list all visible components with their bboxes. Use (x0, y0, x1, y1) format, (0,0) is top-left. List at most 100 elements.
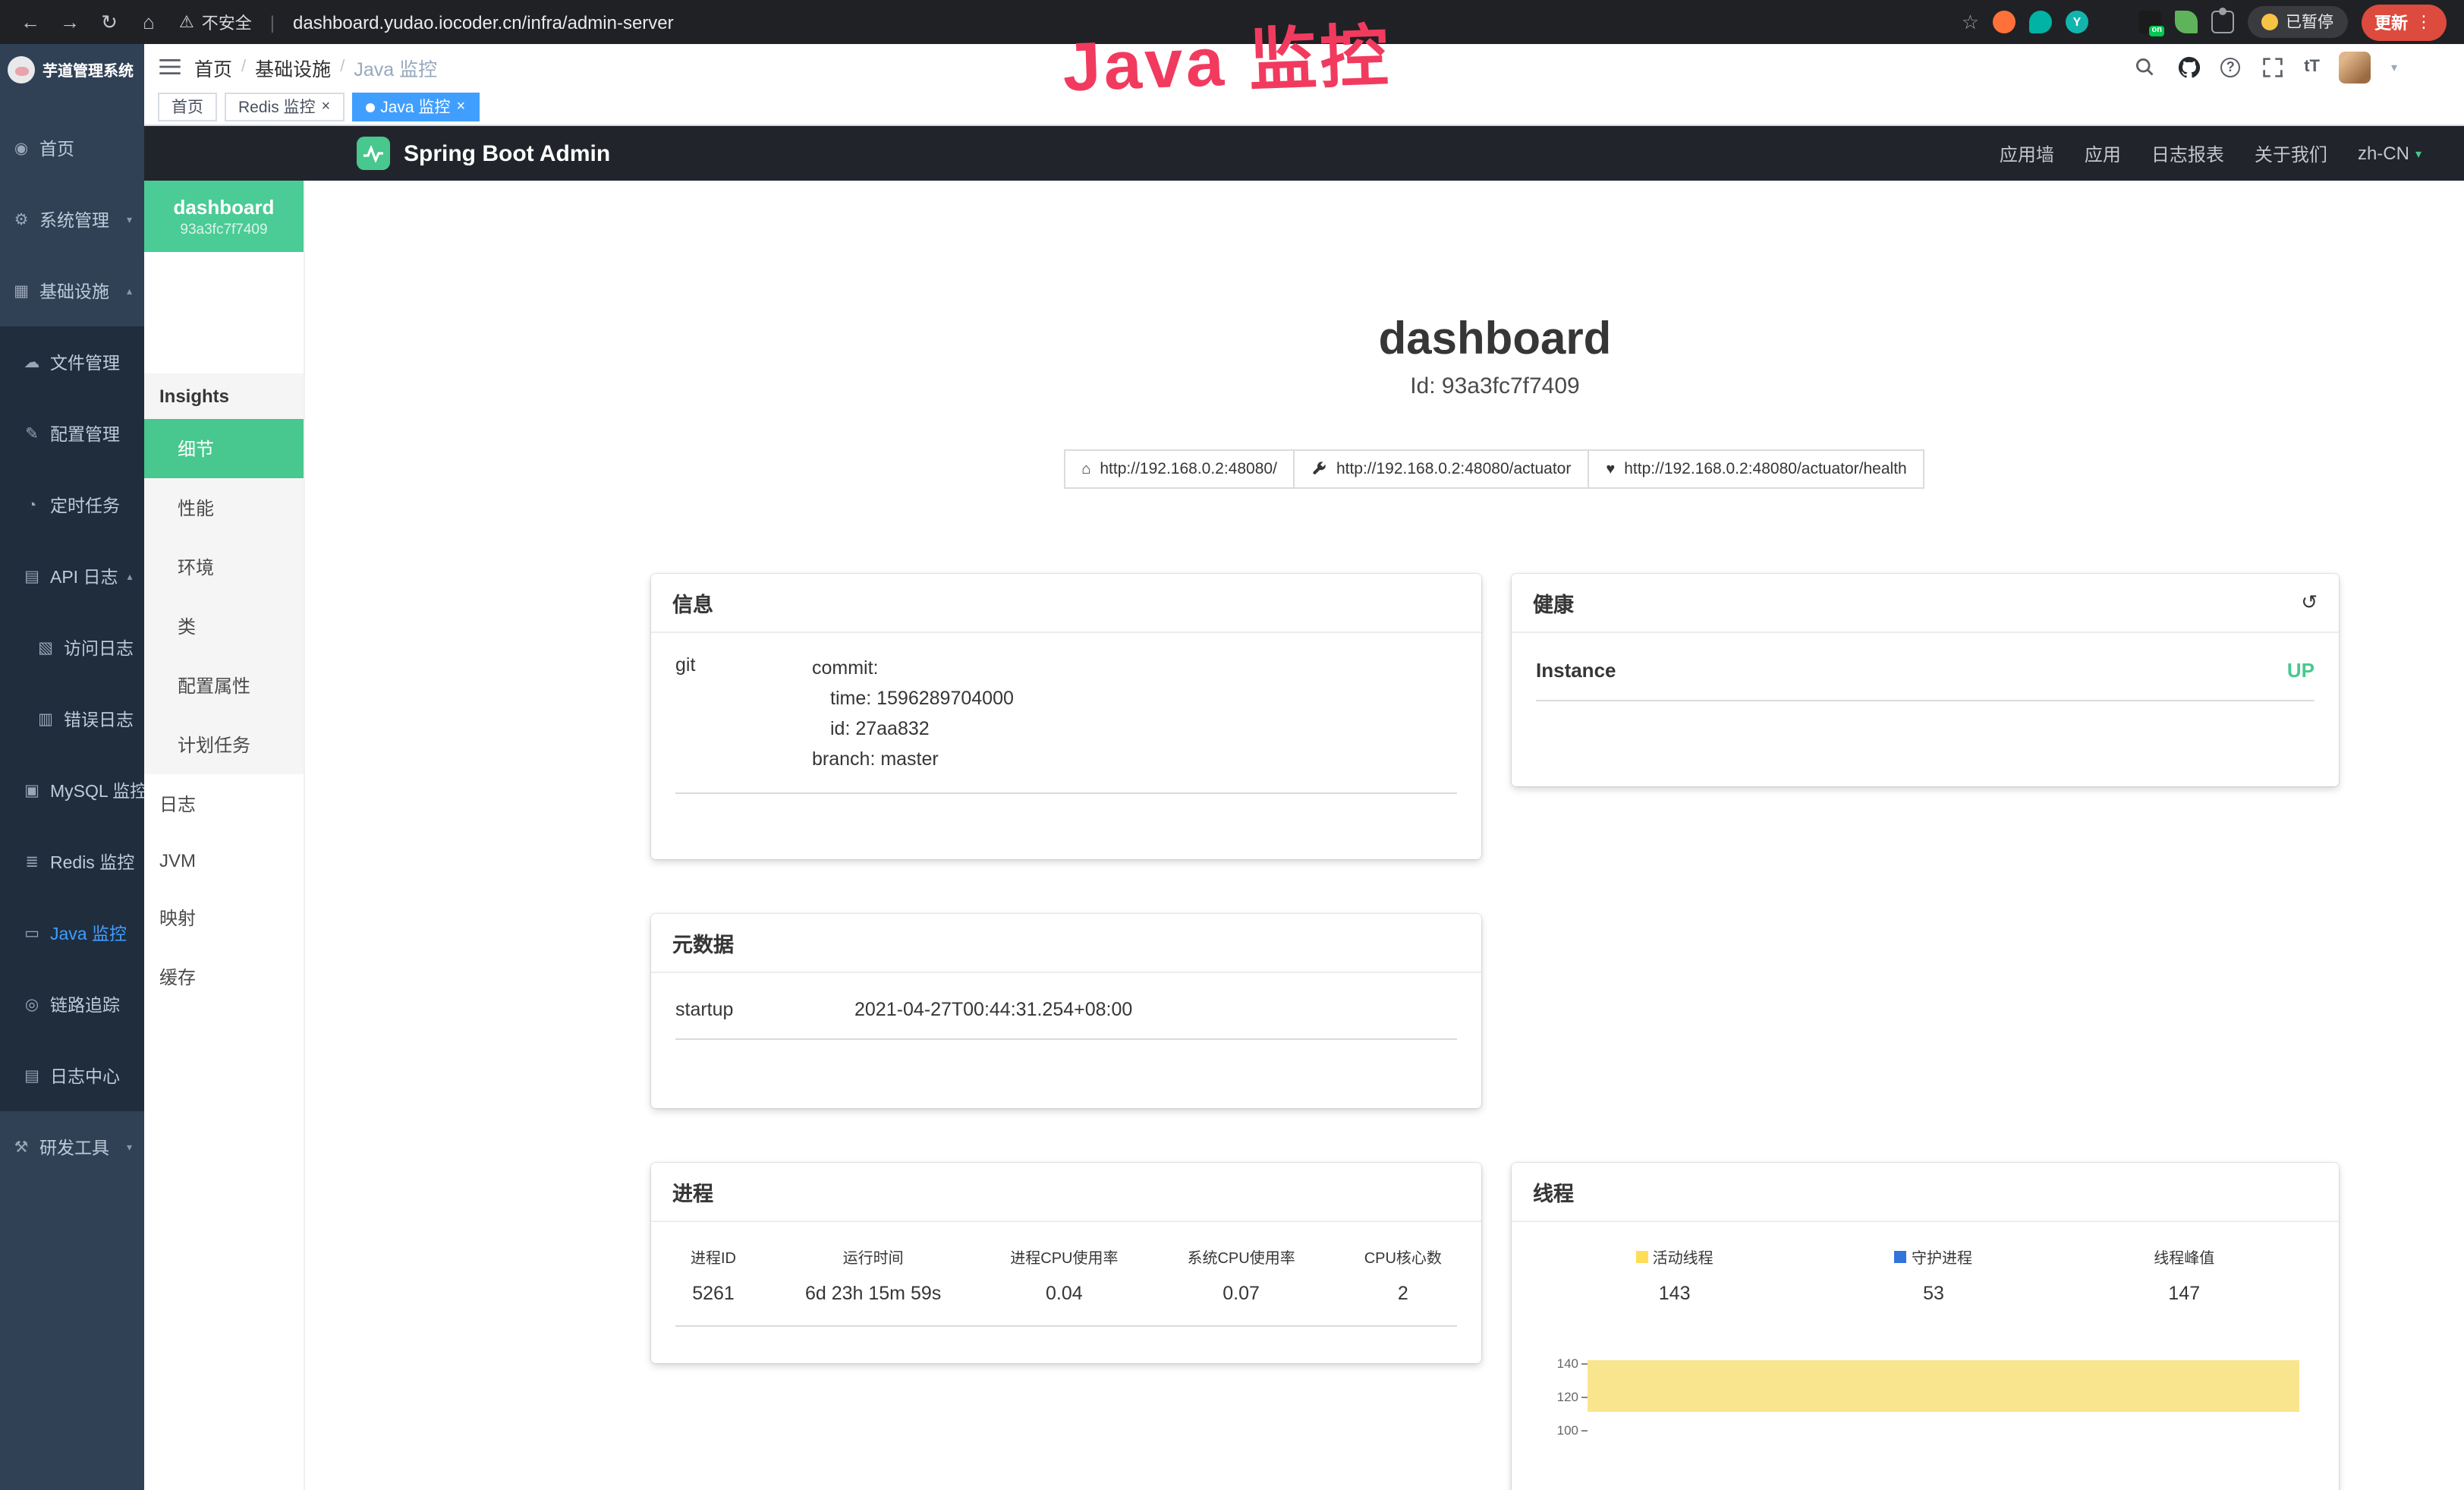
sidebar-item-jobs[interactable]: ◔ 定时任务 (0, 469, 144, 540)
sidebar-item-config[interactable]: ✎ 配置管理 (0, 398, 144, 469)
forward-icon[interactable]: → (58, 11, 82, 33)
extension-icon-drop[interactable] (2029, 11, 2052, 33)
tab-home[interactable]: 首页 (158, 93, 217, 121)
tab-java-monitor[interactable]: Java 监控 × (351, 93, 479, 121)
locale-select[interactable]: zh-CN ▾ (2358, 143, 2422, 164)
extension-icon-y[interactable]: Y (2066, 11, 2088, 33)
sba-item-mappings[interactable]: 映射 (144, 888, 304, 947)
metadata-card-title: 元数据 (672, 928, 734, 958)
threads-card: 线程 活动线程 143 守护进程 (1512, 1163, 2339, 1490)
spring-boot-admin-logo-icon[interactable] (357, 137, 390, 170)
sidebar-item-java-monitor[interactable]: ▭ Java 监控 (0, 897, 144, 969)
search-icon[interactable] (2132, 55, 2157, 79)
sidebar-item-files[interactable]: ☁ 文件管理 (0, 326, 144, 398)
info-git-row: git commit: time: 1596289704000 id: 27aa… (675, 653, 1457, 794)
home-icon[interactable]: ⌂ (137, 11, 161, 33)
chrome-right-cluster: ☆ Y on 已暂停 更新 ⋮ (1962, 4, 2446, 40)
sba-item-scheduled-tasks[interactable]: 计划任务 (144, 715, 304, 774)
sba-nav-about[interactable]: 关于我们 (2255, 140, 2327, 166)
breadcrumb-infra[interactable]: 基础设施 (255, 52, 331, 81)
help-icon[interactable]: ? (2220, 57, 2240, 77)
process-card: 进程 进程ID 5261 运行时间 (651, 1163, 1481, 1363)
threads-card-title: 线程 (1533, 1177, 1574, 1207)
sidebar-item-dev-tools[interactable]: ⚒ 研发工具 ▾ (0, 1111, 144, 1183)
git-time-line: time: 1596289704000 (812, 683, 1014, 713)
sba-item-config-props[interactable]: 配置属性 (144, 656, 304, 715)
health-row-label: Instance (1536, 659, 1616, 682)
instance-link-actuator[interactable]: http://192.168.0.2:48080/actuator (1294, 449, 1589, 489)
sba-brand[interactable]: Spring Boot Admin (404, 140, 610, 166)
health-instance-row: Instance UP (1536, 653, 2315, 701)
security-chip[interactable]: ⚠ 不安全 (179, 10, 252, 34)
sba-nav-applications[interactable]: 应用 (2085, 140, 2121, 166)
sidebar-item-system[interactable]: ⚙ 系统管理 ▾ (0, 184, 144, 255)
threads-legend: 活动线程 143 守护进程 53 (1536, 1242, 2315, 1304)
overflow-menu-icon: ⋮ (2415, 12, 2432, 32)
sba-item-classes[interactable]: 类 (144, 597, 304, 656)
tab-redis-monitor[interactable]: Redis 监控 × (225, 93, 344, 121)
process-table: 进程ID 5261 运行时间 6d 23h 15m 59s (675, 1242, 1457, 1327)
sidebar-item-access-log[interactable]: ▧ 访问日志 (0, 612, 144, 683)
smiley-face-icon (2261, 14, 2278, 30)
extensions-puzzle-icon[interactable] (2211, 11, 2234, 33)
sba-item-environment[interactable]: 环境 (144, 537, 304, 597)
extension-icon-orange[interactable] (1993, 11, 2016, 33)
health-card-title: 健康 (1533, 587, 1574, 618)
history-icon[interactable]: ↺ (2301, 591, 2318, 615)
extension-icon-leaf[interactable] (2175, 11, 2198, 33)
screen: Java 监控 ← → ↻ ⌂ ⚠ 不安全 | dashboard.yudao.… (0, 0, 2464, 1490)
sba-item-caches[interactable]: 缓存 (144, 947, 304, 1006)
back-icon[interactable]: ← (18, 11, 42, 33)
home-icon: ⌂ (1081, 461, 1090, 477)
eye-icon: ◎ (23, 995, 41, 1013)
infra-icon: ▦ (12, 282, 30, 300)
extension-icon-tampermonkey[interactable]: on (2138, 11, 2161, 33)
sba-nav-wallboard[interactable]: 应用墙 (2000, 140, 2054, 166)
browser-chrome: ← → ↻ ⌂ ⚠ 不安全 | dashboard.yudao.iocoder.… (0, 0, 2464, 44)
font-size-icon[interactable]: tT (2304, 58, 2320, 76)
instance-id: 93a3fc7f7409 (180, 221, 267, 238)
dashboard-icon: ◉ (12, 139, 30, 157)
user-avatar[interactable] (2340, 51, 2371, 83)
fullscreen-icon[interactable] (2260, 55, 2284, 79)
sidebar-item-mysql-monitor[interactable]: ▣ MySQL 监控 (0, 754, 144, 826)
breadcrumb-home[interactable]: 首页 (194, 52, 232, 81)
sidebar-item-log-center[interactable]: ▤ 日志中心 (0, 1040, 144, 1111)
extension-icon-grid[interactable] (2102, 11, 2125, 33)
sidebar-item-infra[interactable]: ▦ 基础设施 ▴ (0, 255, 144, 326)
github-icon[interactable] (2176, 55, 2201, 79)
document-icon: ▤ (23, 567, 41, 585)
instance-link-health[interactable]: ♥ http://192.168.0.2:48080/actuator/heal… (1588, 449, 1924, 489)
reload-icon[interactable]: ↻ (97, 10, 121, 34)
url-text[interactable]: dashboard.yudao.iocoder.cn/infra/admin-s… (293, 11, 674, 33)
close-icon[interactable]: × (322, 99, 331, 115)
sba-header: Spring Boot Admin 应用墙 应用 日志报表 关于我们 zh-CN… (144, 126, 2464, 181)
sidebar-item-home[interactable]: ◉ 首页 (0, 112, 144, 184)
sba-item-logs[interactable]: 日志 (144, 774, 304, 833)
sba-item-metrics[interactable]: 性能 (144, 478, 304, 537)
warning-icon: ⚠ (179, 12, 194, 32)
caret-down-icon[interactable]: ▾ (2391, 60, 2397, 74)
log-icon: ▤ (23, 1066, 41, 1085)
sidebar-item-trace[interactable]: ◎ 链路追踪 (0, 969, 144, 1040)
sidebar-item-api-log[interactable]: ▤ API 日志 ▴ (0, 540, 144, 612)
update-button[interactable]: 更新 ⋮ (2361, 4, 2446, 40)
sidebar-fold-icon[interactable] (159, 58, 181, 76)
app-logo[interactable]: 芋道管理系统 (0, 44, 144, 94)
sba-nav-journal[interactable]: 日志报表 (2151, 140, 2224, 166)
bookmark-star-icon[interactable]: ☆ (1962, 10, 1979, 34)
paused-label: 已暂停 (2286, 11, 2333, 33)
close-icon[interactable]: × (456, 99, 465, 115)
monitor-icon: ▭ (23, 924, 41, 942)
breadcrumb-separator: / (241, 58, 246, 76)
instance-link-home[interactable]: ⌂ http://192.168.0.2:48080/ (1063, 449, 1295, 489)
sba-item-details[interactable]: 细节 (144, 419, 304, 478)
sba-item-jvm[interactable]: JVM (144, 833, 304, 888)
process-col-uptime: 运行时间 6d 23h 15m 59s (805, 1245, 941, 1304)
update-label: 更新 (2374, 10, 2408, 34)
paused-badge[interactable]: 已暂停 (2248, 6, 2347, 38)
sidebar-item-redis-monitor[interactable]: ≣ Redis 监控 (0, 826, 144, 897)
error-log-icon: ▥ (36, 710, 55, 728)
sidebar-item-error-log[interactable]: ▥ 错误日志 (0, 683, 144, 754)
instance-name: dashboard (174, 195, 275, 218)
